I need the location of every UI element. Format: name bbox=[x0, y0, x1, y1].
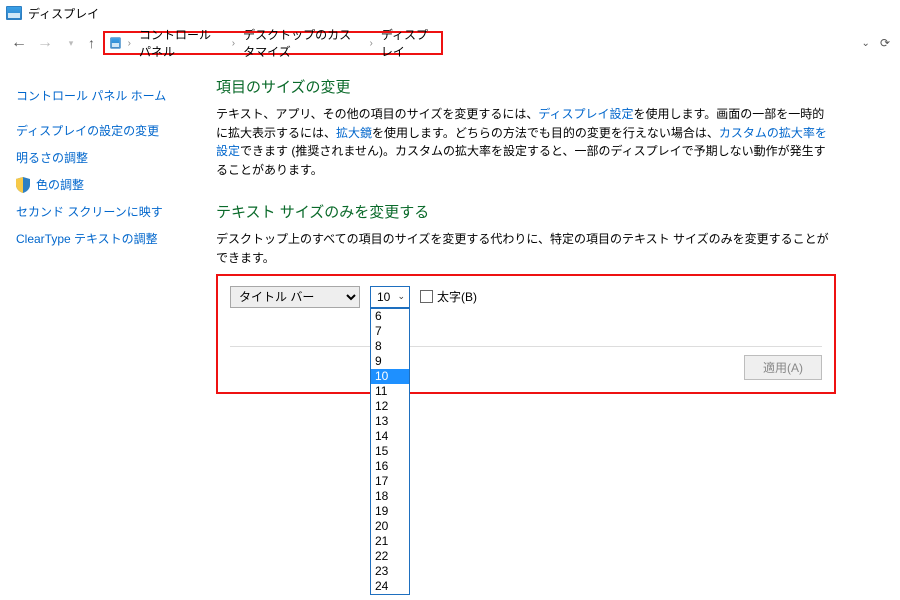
font-size-option[interactable]: 10 bbox=[371, 369, 409, 384]
text-size-controls: タイトル バー 10 ⌄ 678910111213141516171819202… bbox=[216, 274, 836, 394]
main-panel: 項目のサイズの変更 テキスト、アプリ、その他の項目のサイズを変更するには、ディス… bbox=[216, 68, 836, 394]
font-size-option[interactable]: 24 bbox=[371, 579, 409, 594]
shield-icon bbox=[16, 177, 30, 193]
font-size-option[interactable]: 12 bbox=[371, 399, 409, 414]
sidebar-item-color-calibration[interactable]: 色の調整 bbox=[16, 171, 216, 198]
forward-button[interactable]: → bbox=[36, 34, 54, 52]
font-size-option[interactable]: 13 bbox=[371, 414, 409, 429]
font-size-option[interactable]: 8 bbox=[371, 339, 409, 354]
refresh-button[interactable]: ⟳ bbox=[880, 36, 890, 50]
up-button[interactable]: ↑ bbox=[88, 35, 95, 51]
font-size-select[interactable]: 10 ⌄ 6789101112131415161718192021222324 bbox=[370, 286, 410, 308]
sidebar-item-second-screen[interactable]: セカンド スクリーンに映す bbox=[16, 198, 216, 225]
apply-button[interactable]: 適用(A) bbox=[744, 355, 822, 380]
font-size-option[interactable]: 16 bbox=[371, 459, 409, 474]
chevron-right-icon: › bbox=[126, 38, 133, 49]
font-size-option[interactable]: 23 bbox=[371, 564, 409, 579]
breadcrumb-item[interactable]: デスクトップのカスタマイズ bbox=[241, 25, 363, 61]
sidebar-item-label: ClearType テキストの調整 bbox=[16, 230, 158, 247]
sidebar: コントロール パネル ホーム ディスプレイの設定の変更 明るさの調整 色の調整 … bbox=[16, 68, 216, 394]
font-size-option[interactable]: 14 bbox=[371, 429, 409, 444]
font-size-option[interactable]: 6 bbox=[371, 309, 409, 324]
sidebar-item-label: セカンド スクリーンに映す bbox=[16, 203, 163, 220]
sidebar-item-label: コントロール パネル ホーム bbox=[16, 87, 166, 104]
sidebar-item-cleartype[interactable]: ClearType テキストの調整 bbox=[16, 225, 216, 252]
sidebar-item-brightness[interactable]: 明るさの調整 bbox=[16, 144, 216, 171]
window-title: ディスプレイ bbox=[28, 5, 99, 22]
sidebar-item-control-panel-home[interactable]: コントロール パネル ホーム bbox=[16, 82, 216, 109]
chevron-right-icon: › bbox=[368, 38, 375, 49]
font-size-option[interactable]: 11 bbox=[371, 384, 409, 399]
recent-dropdown[interactable]: ▾ bbox=[62, 38, 80, 49]
bold-checkbox[interactable]: 太字(B) bbox=[420, 288, 477, 305]
address-bar[interactable]: › コントロール パネル › デスクトップのカスタマイズ › ディスプレイ bbox=[103, 31, 443, 55]
address-history-dropdown[interactable]: ⌄ bbox=[862, 38, 870, 49]
font-size-option[interactable]: 20 bbox=[371, 519, 409, 534]
section-heading-text-size: テキスト サイズのみを変更する bbox=[216, 201, 836, 222]
chevron-right-icon: › bbox=[230, 38, 237, 49]
title-bar: ディスプレイ bbox=[0, 0, 900, 26]
font-size-option[interactable]: 7 bbox=[371, 324, 409, 339]
font-size-option[interactable]: 19 bbox=[371, 504, 409, 519]
chevron-down-icon: ⌄ bbox=[397, 291, 405, 302]
back-button[interactable]: ← bbox=[10, 34, 28, 52]
sidebar-item-label: ディスプレイの設定の変更 bbox=[16, 122, 159, 139]
sidebar-item-display-settings[interactable]: ディスプレイの設定の変更 bbox=[16, 117, 216, 144]
font-size-dropdown[interactable]: 6789101112131415161718192021222324 bbox=[370, 308, 410, 595]
magnifier-link[interactable]: 拡大鏡 bbox=[336, 126, 372, 140]
item-select[interactable]: タイトル バー bbox=[230, 286, 360, 308]
font-size-option[interactable]: 17 bbox=[371, 474, 409, 489]
nav-bar: ← → ▾ ↑ › コントロール パネル › デスクトップのカスタマイズ › デ… bbox=[0, 26, 900, 60]
sidebar-item-label: 明るさの調整 bbox=[16, 149, 88, 166]
font-size-option[interactable]: 9 bbox=[371, 354, 409, 369]
section2-paragraph: デスクトップ上のすべての項目のサイズを変更する代わりに、特定の項目のテキスト サ… bbox=[216, 230, 836, 267]
bold-label: 太字(B) bbox=[437, 288, 477, 305]
divider bbox=[230, 346, 822, 347]
font-size-option[interactable]: 21 bbox=[371, 534, 409, 549]
font-size-value: 10 bbox=[377, 290, 390, 304]
checkbox-icon bbox=[420, 290, 433, 303]
breadcrumb-item[interactable]: ディスプレイ bbox=[379, 25, 437, 61]
font-size-option[interactable]: 18 bbox=[371, 489, 409, 504]
font-size-option[interactable]: 15 bbox=[371, 444, 409, 459]
section1-paragraph: テキスト、アプリ、その他の項目のサイズを変更するには、ディスプレイ設定を使用しま… bbox=[216, 105, 836, 179]
display-icon bbox=[6, 6, 22, 20]
font-size-option[interactable]: 22 bbox=[371, 549, 409, 564]
breadcrumb-item[interactable]: コントロール パネル bbox=[137, 25, 226, 61]
display-icon bbox=[110, 37, 120, 48]
sidebar-item-label: 色の調整 bbox=[36, 176, 84, 193]
section-heading-item-size: 項目のサイズの変更 bbox=[216, 76, 836, 97]
display-settings-link[interactable]: ディスプレイ設定 bbox=[538, 107, 633, 121]
